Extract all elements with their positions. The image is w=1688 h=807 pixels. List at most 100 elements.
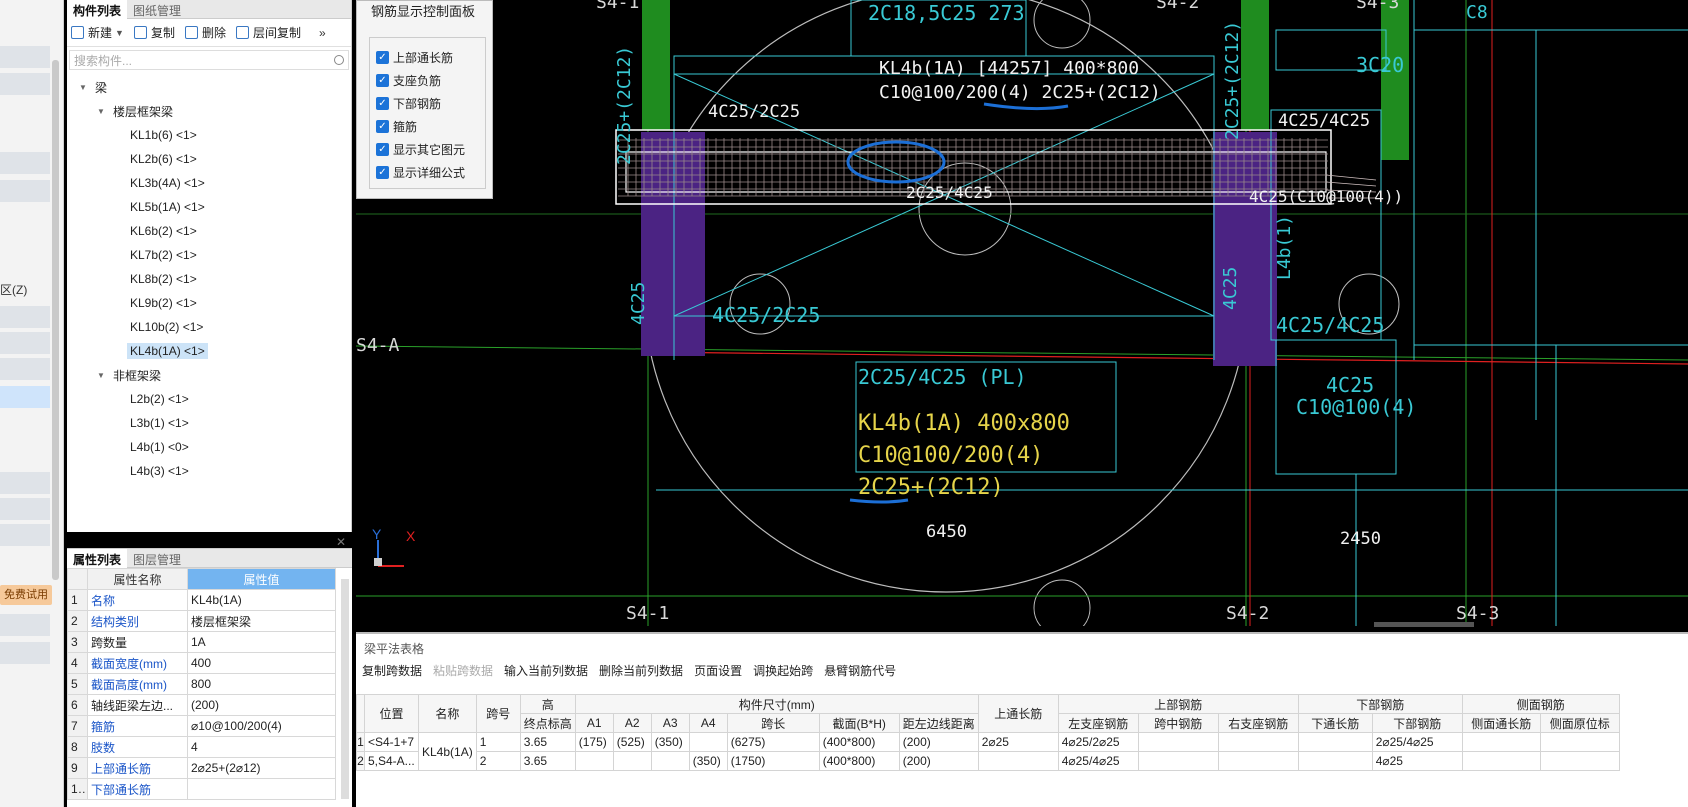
swap-start-span-button[interactable]: 调换起始跨 [753, 662, 813, 679]
tree-item[interactable]: KL1b(6) <1> [67, 123, 351, 147]
tree-item[interactable]: KL7b(2) <1> [67, 243, 351, 267]
checkbox-checked-icon[interactable]: ✓ [376, 143, 389, 156]
name-cell[interactable]: KL4b(1A) [418, 732, 477, 771]
more-icon[interactable]: » [319, 26, 326, 40]
nav-item[interactable] [0, 358, 50, 380]
tab-drawing-management[interactable]: 图纸管理 [127, 0, 187, 19]
position-cell[interactable]: <S4-1+7 [364, 732, 419, 752]
paste-span-button[interactable]: 粘贴跨数据 [433, 662, 493, 679]
property-row[interactable]: 6 轴线距梁左边... (200) [67, 694, 336, 716]
cad-viewport[interactable]: S4-1 S4-2 S4-3 S4-A S4-1 S4-2 S4-3 2C18,… [356, 0, 1688, 627]
property-row[interactable]: 7 箍筋 ⌀10@100/200(4) [67, 715, 336, 737]
tree-item[interactable]: KL10b(2) <1> [67, 315, 351, 339]
property-row[interactable]: 10 下部通长筋 [67, 778, 336, 800]
search-icon[interactable] [334, 55, 344, 65]
tab-property-list[interactable]: 属性列表 [67, 549, 128, 568]
tree-item[interactable]: L2b(2) <1> [67, 387, 351, 411]
page-setup-button[interactable]: 页面设置 [694, 662, 742, 679]
nav-item[interactable] [0, 524, 50, 546]
option-bottom-rebar[interactable]: ✓ 下部钢筋 [370, 92, 485, 115]
property-row[interactable]: 3 跨数量 1A [67, 631, 336, 653]
delete-button[interactable]: 删除 [184, 24, 226, 41]
option-top-continuous[interactable]: ✓ 上部通长筋 [370, 46, 485, 69]
checkbox-checked-icon[interactable]: ✓ [376, 74, 389, 87]
cantilever-code-button[interactable]: 悬臂钢筋代号 [824, 662, 896, 679]
tree-node-frame-beam[interactable]: ▼ 楼层框架梁 [67, 99, 351, 123]
property-tabs: 属性列表 图层管理 [67, 549, 352, 568]
floor-copy-button[interactable]: 层间复制 [235, 24, 301, 41]
copy-span-button[interactable]: 复制跨数据 [362, 662, 422, 679]
tree-item[interactable]: KL6b(2) <1> [67, 219, 351, 243]
tree-item-selected[interactable]: KL4b(1A) <1> [67, 339, 351, 363]
free-trial-badge[interactable]: 免费试用 [0, 585, 52, 605]
position-cell[interactable]: 5,S4-A... [364, 751, 419, 771]
table-row[interactable]: 2 5,S4-A... 2 3.65 (350) (1750) (400*800… [356, 751, 1620, 771]
nav-item[interactable] [0, 180, 50, 202]
property-value[interactable] [187, 778, 336, 800]
splitter-handle[interactable] [1374, 622, 1474, 627]
nav-item[interactable] [0, 498, 50, 520]
property-value[interactable]: 800 [187, 673, 336, 695]
property-value[interactable]: KL4b(1A) [187, 589, 336, 611]
option-detailed-formula[interactable]: ✓ 显示详细公式 [370, 161, 485, 184]
panel-title: 钢筋显示控制面板 [371, 4, 476, 19]
property-value[interactable]: 1A [187, 631, 336, 653]
input-column-button[interactable]: 输入当前列数据 [504, 662, 588, 679]
property-value[interactable]: 4 [187, 736, 336, 758]
tree-item[interactable]: L4b(3) <1> [67, 459, 351, 483]
property-value[interactable]: 楼层框架梁 [187, 610, 336, 632]
expand-arrow-icon[interactable]: ▼ [97, 371, 105, 380]
property-scrollbar[interactable] [341, 579, 349, 799]
property-row[interactable]: 1 名称 KL4b(1A) [67, 589, 336, 611]
option-other-elements[interactable]: ✓ 显示其它图元 [370, 138, 485, 161]
nav-item[interactable] [0, 46, 50, 68]
expand-arrow-icon[interactable]: ▼ [97, 107, 105, 116]
vertical-label-3: L4b(1) [1274, 215, 1295, 280]
option-support-negative[interactable]: ✓ 支座负筋 [370, 69, 485, 92]
property-value[interactable]: 2⌀25+(2⌀12) [187, 757, 336, 779]
cad-drawing[interactable]: S4-1 S4-2 S4-3 S4-A S4-1 S4-2 S4-3 2C18,… [356, 0, 1688, 626]
property-value[interactable]: ⌀10@100/200(4) [187, 715, 336, 737]
nav-item-active[interactable] [0, 386, 50, 408]
property-row[interactable]: 2 结构类别 楼层框架梁 [67, 610, 336, 632]
checkbox-checked-icon[interactable]: ✓ [376, 97, 389, 110]
component-search-input[interactable]: 搜索构件... [69, 50, 349, 70]
nav-item[interactable] [0, 306, 50, 328]
new-button[interactable]: 新建 ▼ [71, 24, 124, 41]
property-row[interactable]: 5 截面高度(mm) 800 [67, 673, 336, 695]
tree-item[interactable]: KL3b(4A) <1> [67, 171, 351, 195]
property-value[interactable]: 400 [187, 652, 336, 674]
checkbox-checked-icon[interactable]: ✓ [376, 51, 389, 64]
table-row[interactable]: 1 <S4-1+7 KL4b(1A) 1 3.65 (175) (525) (3… [356, 732, 1620, 771]
tree-item[interactable]: KL8b(2) <1> [67, 267, 351, 291]
nav-item[interactable] [0, 642, 50, 664]
checkbox-checked-icon[interactable]: ✓ [376, 120, 389, 133]
expand-arrow-icon[interactable]: ▼ [79, 83, 87, 92]
nav-item[interactable] [0, 332, 50, 354]
left-scrollbar[interactable] [52, 60, 59, 580]
delete-column-button[interactable]: 删除当前列数据 [599, 662, 683, 679]
tree-node-non-frame-beam[interactable]: ▼ 非框架梁 [67, 363, 351, 387]
col-bottom-rebar: 下部钢筋 [1371, 713, 1463, 733]
checkbox-checked-icon[interactable]: ✓ [376, 166, 389, 179]
nav-item[interactable] [0, 614, 50, 636]
tab-component-list[interactable]: 构件列表 [67, 0, 128, 19]
property-row[interactable]: 4 截面宽度(mm) 400 [67, 652, 336, 674]
nav-item[interactable] [0, 152, 50, 174]
tree-item[interactable]: KL9b(2) <1> [67, 291, 351, 315]
tree-item[interactable]: L4b(1) <0> [67, 435, 351, 459]
option-stirrup[interactable]: ✓ 箍筋 [370, 115, 485, 138]
tree-item[interactable]: L3b(1) <1> [67, 411, 351, 435]
property-value[interactable]: (200) [187, 694, 336, 716]
tree-item[interactable]: KL2b(6) <1> [67, 147, 351, 171]
close-icon[interactable]: ✕ [336, 535, 346, 549]
property-row[interactable]: 9 上部通长筋 2⌀25+(2⌀12) [67, 757, 336, 779]
tab-layer-management[interactable]: 图层管理 [127, 549, 187, 568]
property-row[interactable]: 8 肢数 4 [67, 736, 336, 758]
nav-item[interactable] [0, 472, 50, 494]
copy-button[interactable]: 复制 [133, 24, 175, 41]
tree-item[interactable]: KL5b(1A) <1> [67, 195, 351, 219]
tree-node-beam[interactable]: ▼ 梁 [67, 75, 351, 99]
nav-item[interactable] [0, 73, 50, 95]
right-stirrup-label: 4C25(C10@100(4)) [1249, 187, 1403, 206]
